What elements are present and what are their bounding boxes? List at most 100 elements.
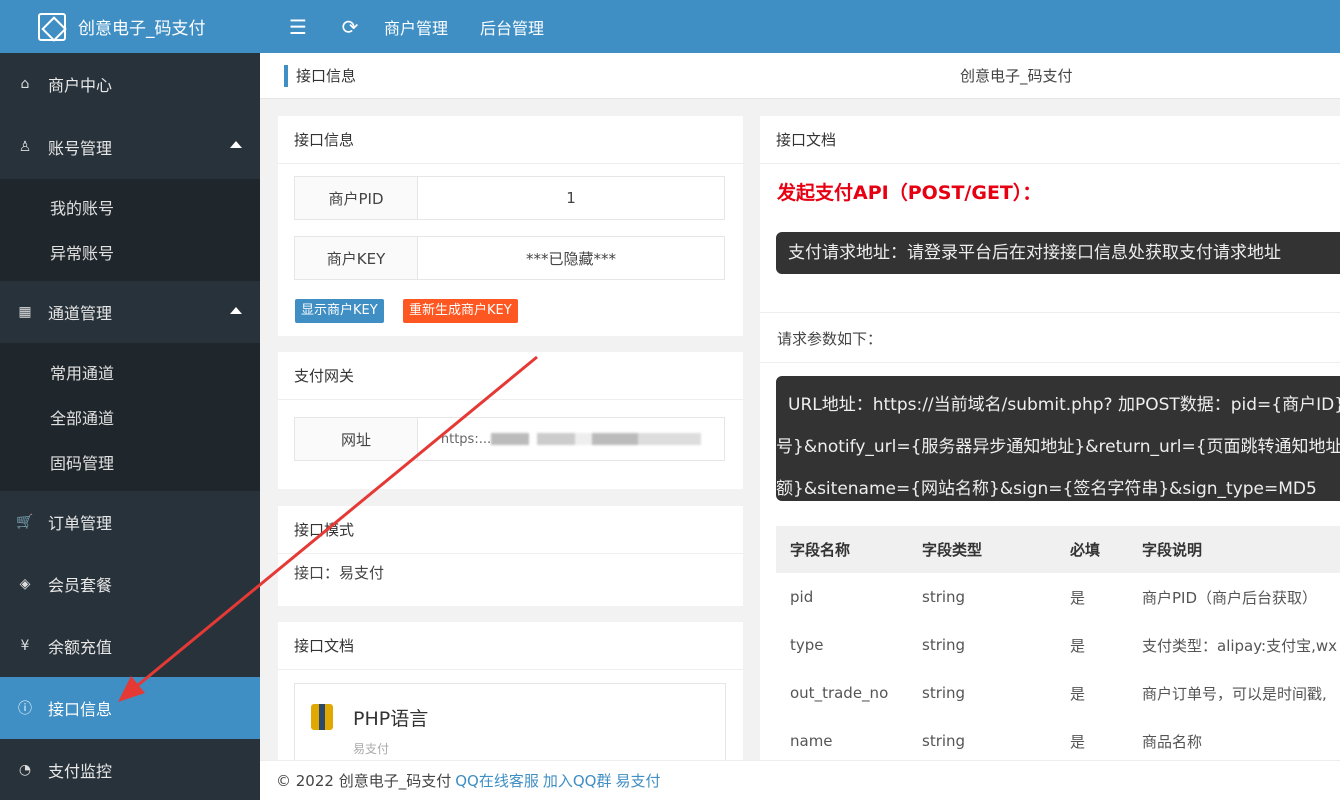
panel-title: 接口文档	[278, 622, 743, 670]
cell: string	[922, 684, 966, 702]
params-table: 字段名称 字段类型 必填 字段说明 pid string 是 商户PID（商户后…	[776, 526, 1340, 760]
col-header: 字段名称	[790, 541, 851, 559]
footer-link-qq-group[interactable]: 加入QQ群	[543, 770, 612, 791]
top-nav: ☰ ⟳ 商户管理 后台管理	[280, 0, 576, 53]
table-row: pid string 是 商户PID（商户后台获取）	[776, 573, 1340, 621]
account-submenu: 我的账号 异常账号	[0, 179, 260, 281]
panel-title: 接口信息	[278, 116, 743, 164]
cell: 是	[1070, 684, 1086, 703]
sidebar-item-membership[interactable]: ◈ 会员套餐	[0, 553, 260, 615]
cell: 商户订单号，可以是时间戳,	[1142, 684, 1327, 703]
footer-link-qq-service[interactable]: QQ在线客服	[455, 770, 539, 791]
divider	[760, 312, 1340, 313]
cell: 商户PID（商户后台获取）	[1142, 588, 1318, 607]
table-row: out_trade_no string 是 商户订单号，可以是时间戳,	[776, 669, 1340, 717]
sidebar-item-my-account[interactable]: 我的账号	[0, 184, 260, 229]
gateway-panel: 支付网关 网址 https:...	[278, 352, 743, 489]
url-line-2: 号}&notify_url={服务器异步通知地址}&return_url={页面…	[776, 437, 1340, 457]
sidebar-item-merchant-center[interactable]: ⌂ 商户中心	[0, 53, 260, 115]
footer-link-epay[interactable]: 易支付	[615, 770, 660, 791]
top-header: 创意电子_码支付 ☰ ⟳ 商户管理 后台管理	[0, 0, 1340, 53]
request-url-note: 支付请求地址：请登录平台后在对接接口信息处获取支付请求地址	[776, 232, 1340, 274]
docs-left-panel: 接口文档 PHP语言 易支付	[278, 622, 743, 760]
url-label: 网址	[295, 418, 418, 460]
sidebar-item-channel-manage[interactable]: ▦ 通道管理	[0, 281, 260, 343]
sidebar-item-label: 会员套餐	[48, 576, 113, 595]
cell: pid	[790, 588, 814, 606]
tab-strip: 接口信息 创意电子_码支付	[260, 53, 1340, 99]
mode-text: 接口：易支付	[294, 564, 385, 582]
php-card[interactable]: PHP语言 易支付	[294, 683, 726, 760]
pid-row: 商户PID 1	[294, 176, 725, 220]
sidebar-item-label: 订单管理	[48, 514, 113, 533]
url-value: https:...	[418, 418, 724, 460]
app-title: 创意电子_码支付	[78, 19, 206, 39]
sidebar-item-label: 接口信息	[48, 700, 113, 719]
sidebar-item-label: 账号管理	[48, 139, 113, 158]
api-title: 发起支付API（POST/GET）：	[777, 182, 1042, 204]
logo-icon	[38, 12, 66, 41]
show-key-button[interactable]: 显示商户KEY	[295, 299, 384, 323]
redacted-blur	[491, 433, 702, 445]
logo-area[interactable]: 创意电子_码支付	[0, 0, 260, 53]
sidebar-item-pay-monitor[interactable]: ◔ 支付监控	[0, 739, 260, 800]
cell: 支付类型：alipay:支付宝,wx	[1142, 636, 1337, 655]
cell: string	[922, 732, 966, 750]
cart-icon: 🛒	[16, 514, 34, 530]
panel-title: 接口文档	[760, 116, 1340, 164]
refresh-icon[interactable]: ⟳	[332, 15, 368, 39]
sidebar-item-common-channel[interactable]: 常用通道	[0, 349, 260, 394]
table-row: name string 是 商品名称	[776, 717, 1340, 760]
gauge-icon: ◔	[18, 762, 32, 778]
tab-api-info[interactable]: 接口信息	[284, 65, 356, 87]
sidebar-item-fixed-code[interactable]: 固码管理	[0, 439, 260, 484]
channel-submenu: 常用通道 全部通道 固码管理	[0, 343, 260, 491]
sidebar-item-all-channel[interactable]: 全部通道	[0, 394, 260, 439]
diamond-icon: ◈	[19, 576, 31, 592]
nav-admin-manage[interactable]: 后台管理	[480, 15, 544, 39]
menu-toggle-icon[interactable]: ☰	[280, 15, 316, 39]
table-header: 字段名称 字段类型 必填 字段说明	[776, 526, 1340, 573]
sidebar-item-api-info[interactable]: ⓘ 接口信息	[0, 677, 260, 739]
cell: string	[922, 588, 966, 606]
nav-merchant-manage[interactable]: 商户管理	[384, 15, 448, 39]
page-center-title: 创意电子_码支付	[960, 67, 1073, 85]
sidebar-item-orders[interactable]: 🛒 订单管理	[0, 491, 260, 553]
panel-title: 接口模式	[278, 506, 743, 554]
sidebar-item-label: 支付监控	[48, 762, 113, 781]
php-label: PHP语言	[353, 708, 429, 730]
col-header: 必填	[1070, 541, 1101, 559]
cell: type	[790, 636, 824, 654]
sidebar-item-account-manage[interactable]: ♙ 账号管理	[0, 115, 260, 179]
sidebar: ⌂ 商户中心 ♙ 账号管理 我的账号 异常账号 ▦ 通道管理 常用通道 全部通道…	[0, 53, 260, 800]
caret-up-icon	[230, 307, 242, 314]
home-icon: ⌂	[20, 76, 30, 92]
interface-info-panel: 接口信息 商户PID 1 商户KEY ***已隐藏*** 显示商户KEY 重新生…	[278, 116, 743, 336]
info-icon: ⓘ	[18, 701, 32, 717]
grid-icon: ▦	[18, 304, 32, 320]
zip-file-icon	[311, 704, 333, 730]
gateway-url-row: 网址 https:...	[294, 417, 725, 461]
pid-value: 1	[566, 189, 576, 207]
params-intro: 请求参数如下：	[777, 330, 883, 348]
user-icon: ♙	[18, 139, 32, 155]
docs-right-panel: 接口文档 发起支付API（POST/GET）： 支付请求地址：请登录平台后在对接…	[760, 116, 1340, 760]
url-example-box: URL地址：https://当前域名/submit.php? 加POST数据：p…	[776, 376, 1340, 501]
footer: © 2022 创意电子_码支付 QQ在线客服 加入QQ群 易支付	[260, 760, 1340, 800]
panel-title: 支付网关	[278, 352, 743, 400]
col-header: 字段说明	[1142, 541, 1203, 559]
table-row: type string 是 支付类型：alipay:支付宝,wx	[776, 621, 1340, 669]
regenerate-key-button[interactable]: 重新生成商户KEY	[403, 299, 518, 323]
sidebar-item-abnormal-account[interactable]: 异常账号	[0, 229, 260, 274]
key-value: ***已隐藏***	[525, 249, 616, 268]
sidebar-item-label: 通道管理	[48, 304, 113, 323]
cell: string	[922, 636, 966, 654]
cell: name	[790, 732, 833, 750]
sidebar-item-recharge[interactable]: ¥ 余额充值	[0, 615, 260, 677]
caret-up-icon	[230, 141, 242, 148]
mode-panel: 接口模式 接口：易支付	[278, 506, 743, 606]
php-sub: 易支付	[353, 742, 390, 756]
sidebar-item-label: 余额充值	[48, 638, 113, 657]
cell: out_trade_no	[790, 684, 889, 702]
divider	[760, 362, 1340, 363]
